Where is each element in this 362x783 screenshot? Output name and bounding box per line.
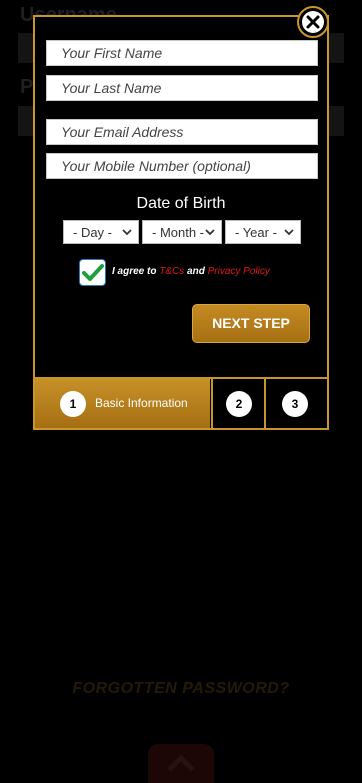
- step-3-tab[interactable]: 3: [266, 379, 327, 428]
- terms-checkbox[interactable]: [79, 259, 106, 286]
- step-1-number: 1: [60, 391, 86, 417]
- step-1-tab[interactable]: 1 Basic Information: [35, 379, 210, 428]
- scroll-top-button: [148, 744, 214, 783]
- month-select[interactable]: - Month -: [142, 220, 222, 244]
- step-3-number: 3: [282, 391, 308, 417]
- last-name-input[interactable]: [46, 75, 318, 101]
- email-input[interactable]: [46, 119, 318, 145]
- forgot-password-link: FORGOTTEN PASSWORD?: [72, 680, 290, 697]
- month-select-value: - Month -: [152, 225, 205, 240]
- chevron-down-icon: [284, 229, 294, 236]
- day-select[interactable]: - Day -: [63, 220, 139, 244]
- year-select[interactable]: - Year -: [225, 220, 301, 244]
- close-button[interactable]: [297, 6, 329, 38]
- step-2-tab[interactable]: 2: [211, 379, 266, 428]
- checkmark-icon: [82, 264, 104, 281]
- step-2-number: 2: [226, 391, 252, 417]
- chevron-up-icon: [167, 754, 195, 772]
- mobile-input[interactable]: [46, 153, 318, 179]
- registration-modal: Date of Birth - Day - - Month - - Year -…: [33, 15, 329, 430]
- step-1-label: Basic Information: [95, 396, 188, 410]
- dob-title: Date of Birth: [136, 195, 226, 212]
- agree-text: I agree to: [112, 266, 157, 277]
- day-select-value: - Day -: [73, 225, 112, 240]
- next-step-button[interactable]: NEXT STEP: [192, 304, 310, 343]
- close-icon: [302, 11, 324, 33]
- first-name-input[interactable]: [46, 40, 318, 66]
- chevron-down-icon: [122, 229, 132, 236]
- password-label: P: [20, 76, 34, 98]
- year-select-value: - Year -: [235, 225, 277, 240]
- terms-agreement: I agree to T&Cs and Privacy Policy: [112, 266, 270, 277]
- step-progress: 1 Basic Information 2 3: [35, 377, 327, 428]
- agree-and-text: and: [187, 266, 205, 277]
- chevron-down-icon: [205, 229, 215, 236]
- privacy-policy-link[interactable]: Privacy Policy: [208, 266, 270, 277]
- terms-link[interactable]: T&Cs: [159, 266, 184, 277]
